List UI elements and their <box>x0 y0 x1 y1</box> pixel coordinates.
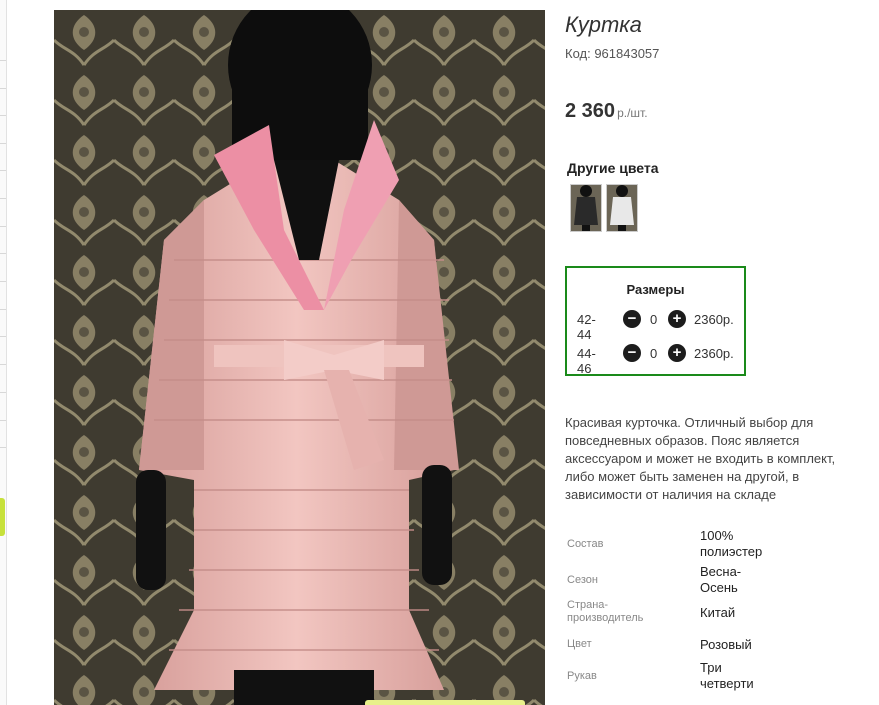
size-label: 42-44 <box>577 312 596 342</box>
page-left-edge <box>0 0 7 705</box>
attribute-key: Рукав <box>567 670 597 682</box>
product-description: Красивая курточка. Отличный выбор для по… <box>565 415 836 502</box>
price-unit: р./шт. <box>617 106 648 120</box>
attribute-key: Состав <box>567 538 604 550</box>
product-title: Куртка <box>565 12 642 37</box>
quantity-value[interactable]: 0 <box>650 312 657 327</box>
attribute-key: Сезон <box>567 574 598 586</box>
black-coat-swatch[interactable] <box>570 184 602 232</box>
attribute-value: Весна-Осень <box>700 564 742 595</box>
attribute-key: Страна-производитель <box>567 599 644 624</box>
size-price: 2360р. <box>694 346 734 361</box>
size-label: 44-46 <box>577 346 596 376</box>
side-tab[interactable] <box>0 498 5 536</box>
minus-button[interactable]: − <box>623 310 641 328</box>
quantity-value[interactable]: 0 <box>650 346 657 361</box>
bottom-action-bar[interactable] <box>365 700 525 705</box>
sizes-panel: Размеры 42-44 − 0 + 2360р. 44-46 − 0 + 2… <box>565 266 746 376</box>
product-photo[interactable] <box>54 10 545 705</box>
white-coat-swatch[interactable] <box>606 184 638 232</box>
sizes-title: Размеры <box>626 282 685 297</box>
product-price: 2 360 р./шт. <box>565 100 648 123</box>
plus-button[interactable]: + <box>668 344 686 362</box>
attribute-value: Розовый <box>700 637 752 652</box>
attribute-key: Цвет <box>567 638 592 650</box>
price-value: 2 360 <box>565 100 616 122</box>
attribute-value: Китай <box>700 605 736 620</box>
product-code: Код: 961843057 <box>565 46 660 61</box>
size-price: 2360р. <box>694 312 734 327</box>
attribute-value: Три четверти <box>700 660 754 691</box>
other-colors-title: Другие цвета <box>567 160 659 176</box>
minus-button[interactable]: − <box>623 344 641 362</box>
plus-button[interactable]: + <box>668 310 686 328</box>
attribute-value: 100% полиэстер <box>700 528 763 559</box>
